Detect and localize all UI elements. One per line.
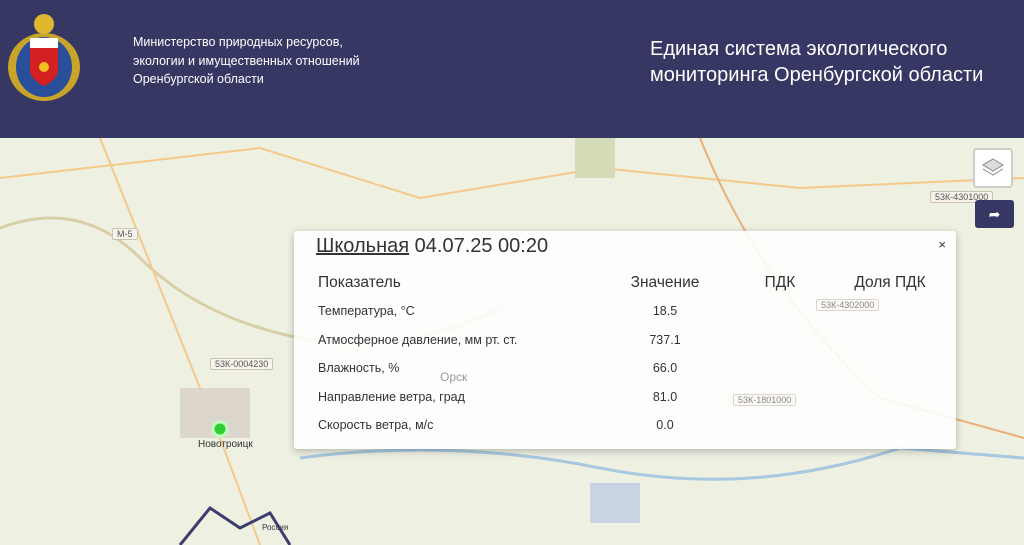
measurements-table: Показатель Значение ПДК Доля ПДК Темпера…: [310, 269, 950, 440]
column-header: ПДК: [764, 274, 796, 291]
city-label: Орск: [440, 370, 468, 384]
close-button[interactable]: ×: [938, 237, 946, 252]
table-row: Скорость ветра, м/с 0.0: [310, 411, 950, 440]
ministry-line: Оренбургской области: [133, 72, 264, 86]
column-header: Значение: [630, 274, 700, 291]
indicator-name: Атмосферное давление, мм рт. ст.: [318, 332, 518, 347]
ministry-line: Министерство природных ресурсов,: [133, 35, 343, 49]
table-row: Направление ветра, град 81.0: [310, 383, 950, 412]
popup-title: Школьная 04.07.25 00:20: [316, 235, 548, 258]
station-popup: Школьная 04.07.25 00:20 × Показатель Зна…: [294, 231, 956, 449]
station-link[interactable]: Школьная: [316, 235, 409, 257]
popup-datetime: 04.07.25 00:20: [414, 235, 549, 257]
share-button[interactable]: ➦: [975, 200, 1014, 228]
indicator-name: Скорость ветра, м/с: [318, 418, 434, 433]
road-label: М-5: [112, 228, 138, 240]
road-label: 53К-1801000: [733, 394, 797, 406]
indicator-value: 66.0: [652, 361, 678, 376]
table-row: Атмосферное давление, мм рт. ст. 737.1: [310, 326, 950, 355]
indicator-value: 737.1: [649, 332, 681, 347]
system-title-line: мониторинга Оренбургской области: [650, 64, 984, 86]
system-title: Единая система экологического мониторинг…: [650, 36, 983, 88]
indicator-name: Направление ветра, град: [318, 389, 465, 404]
coat-of-arms-logo: [8, 14, 80, 101]
layers-button[interactable]: [973, 148, 1013, 188]
layers-icon: [982, 158, 1004, 176]
road-label: 53К-4302000: [816, 299, 880, 311]
ministry-name: Министерство природных ресурсов, экологи…: [133, 33, 360, 89]
indicator-value: 0.0: [656, 418, 674, 433]
indicator-value: 18.5: [652, 304, 678, 319]
column-header: Доля ПДК: [854, 274, 926, 291]
system-title-line: Единая система экологического: [650, 38, 948, 60]
station-marker[interactable]: [211, 420, 229, 438]
country-label: Россия: [262, 523, 289, 532]
indicator-name: Температура, °C: [318, 304, 415, 319]
road-label: 53К-0004230: [210, 358, 274, 370]
ministry-line: экологии и имущественных отношений: [133, 53, 360, 68]
indicator-value: 81.0: [652, 389, 678, 404]
city-label: Новотроицк: [198, 439, 253, 450]
table-header: Показатель Значение ПДК Доля ПДК: [310, 269, 950, 297]
share-arrow-icon: ➦: [988, 205, 1001, 222]
site-header: Министерство природных ресурсов, экологи…: [0, 0, 1024, 138]
table-row: Влажность, % 66.0: [310, 354, 950, 383]
column-header: Показатель: [318, 274, 401, 291]
